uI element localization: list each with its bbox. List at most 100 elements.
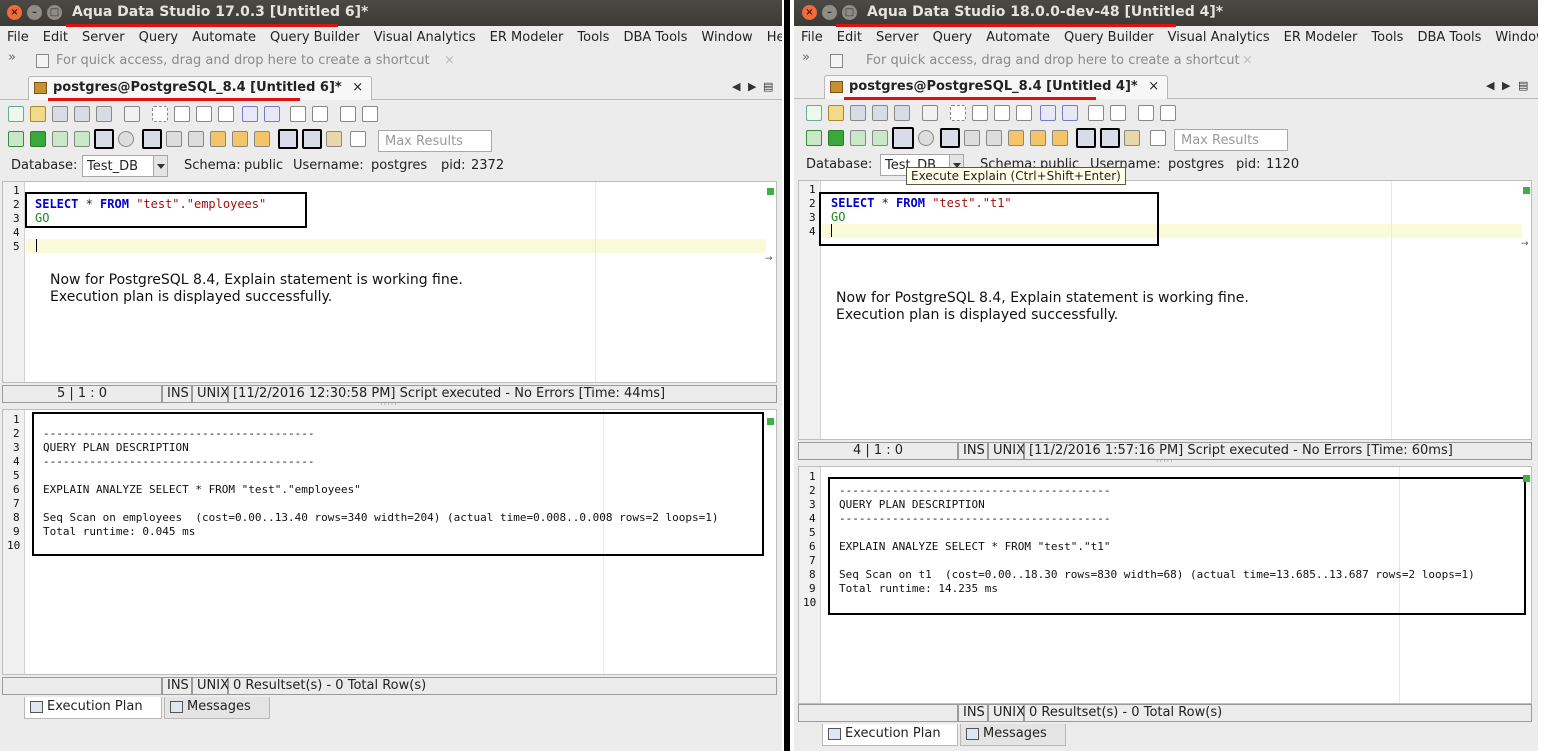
execute-edit-icon[interactable] [872,130,888,146]
menu-automate[interactable]: Automate [185,27,263,49]
format-icon[interactable] [232,131,248,147]
tab-execution-plan[interactable]: Execution Plan [822,724,958,746]
menu-edit[interactable]: Edit [830,27,869,49]
save-icon[interactable] [850,105,866,121]
sql-editor[interactable]: 1 2 3 4 SELECT * FROM "test"."t1" GO Now… [798,180,1532,440]
menu-visual-analytics[interactable]: Visual Analytics [1161,27,1277,49]
menu-window[interactable]: Window [1488,27,1538,49]
tab-close-icon[interactable]: × [1148,79,1159,94]
menu-tools[interactable]: Tools [570,27,616,49]
tab-list-icon[interactable]: ▤ [763,80,773,93]
auto-commit-icon[interactable] [210,131,226,147]
tab-messages[interactable]: Messages [960,724,1066,746]
editor-tab[interactable]: postgres@PostgreSQL_8.4 [Untitled 4]* × [824,75,1169,99]
commit-icon[interactable] [166,131,182,147]
export-icon[interactable] [1124,130,1140,146]
toggle-case-icon[interactable] [340,106,356,122]
tab-left-icon[interactable]: ◀ [732,80,740,93]
splitter-handle[interactable]: ····· [1156,458,1174,466]
undo-icon[interactable] [1040,105,1056,121]
close-window-icon[interactable]: × [802,5,817,20]
menu-edit[interactable]: Edit [36,27,75,49]
auto-commit-icon[interactable] [1008,130,1024,146]
execute-all-icon[interactable] [8,131,24,147]
stop-icon[interactable] [918,130,934,146]
close-window-icon[interactable]: × [7,5,22,20]
rollback-icon[interactable] [986,130,1002,146]
redo-icon[interactable] [264,106,280,122]
commit-icon[interactable] [964,130,980,146]
tab-close-icon[interactable]: × [352,80,363,95]
execute-icon[interactable] [828,130,844,146]
tab-list-icon[interactable]: ▤ [1518,79,1528,92]
tab-right-icon[interactable]: ▶ [1502,79,1510,92]
chevron-double-icon[interactable]: » [8,50,16,65]
print-icon[interactable] [922,105,938,121]
save-all-icon[interactable] [96,106,112,122]
menu-query[interactable]: Query [926,27,980,49]
results-grid-icon[interactable] [1076,128,1096,148]
new-file-icon[interactable] [8,106,24,122]
select-icon[interactable] [152,106,168,122]
menu-visual-analytics[interactable]: Visual Analytics [367,27,483,49]
editor-tab[interactable]: postgres@PostgreSQL_8.4 [Untitled 6]* × [28,76,373,100]
menu-dba-tools[interactable]: DBA Tools [616,27,694,49]
max-results-input[interactable]: Max Results [1174,129,1288,151]
menu-dba-tools[interactable]: DBA Tools [1410,27,1488,49]
minimize-window-icon[interactable]: – [822,5,837,20]
execute-icon[interactable] [30,131,46,147]
find-icon[interactable] [290,106,306,122]
minimize-window-icon[interactable]: – [27,5,42,20]
menu-automate[interactable]: Automate [979,27,1057,49]
toggle-case-icon[interactable] [1138,105,1154,121]
cut-icon[interactable] [972,105,988,121]
new-file-icon[interactable] [806,105,822,121]
history-icon[interactable] [1052,130,1068,146]
menu-help[interactable]: Hel [760,27,782,49]
save-as-icon[interactable] [872,105,888,121]
close-icon[interactable]: × [444,53,455,68]
results-text-icon[interactable] [1100,128,1120,148]
menu-er-modeler[interactable]: ER Modeler [1277,27,1365,49]
menu-er-modeler[interactable]: ER Modeler [483,27,571,49]
maximize-window-icon[interactable]: □ [842,5,857,20]
database-select[interactable]: Test_DB [82,155,168,177]
tab-left-icon[interactable]: ◀ [1486,79,1494,92]
results-text-icon[interactable] [302,129,322,149]
export-icon[interactable] [326,131,342,147]
menu-window[interactable]: Window [694,27,759,49]
menu-server[interactable]: Server [75,27,132,49]
format-icon[interactable] [1030,130,1046,146]
tab-right-icon[interactable]: ▶ [748,80,756,93]
open-folder-icon[interactable] [30,106,46,122]
show-results-icon[interactable] [940,128,960,148]
copy-icon[interactable] [196,106,212,122]
menu-query-builder[interactable]: Query Builder [263,27,367,49]
paste-icon[interactable] [218,106,234,122]
find-replace-icon[interactable] [1110,105,1126,121]
splitter-handle[interactable]: ····· [380,401,398,409]
execute-step-icon[interactable] [52,131,68,147]
sql-editor[interactable]: 1 2 3 4 5 SELECT * FROM "test"."employee… [2,181,777,383]
menu-tools[interactable]: Tools [1364,27,1410,49]
chevron-double-icon[interactable]: » [802,50,810,65]
print-icon[interactable] [124,106,140,122]
options-icon[interactable] [1150,130,1166,146]
save-icon[interactable] [52,106,68,122]
results-grid-icon[interactable] [278,129,298,149]
undo-icon[interactable] [242,106,258,122]
max-results-input[interactable]: Max Results [378,130,492,152]
find-replace-icon[interactable] [312,106,328,122]
redo-icon[interactable] [1062,105,1078,121]
menu-query-builder[interactable]: Query Builder [1057,27,1161,49]
find-icon[interactable] [1088,105,1104,121]
open-folder-icon[interactable] [828,105,844,121]
uppercase-icon[interactable] [1160,105,1176,121]
uppercase-icon[interactable] [362,106,378,122]
save-as-icon[interactable] [74,106,90,122]
rollback-icon[interactable] [188,131,204,147]
stop-icon[interactable] [118,131,134,147]
close-icon[interactable]: × [1242,53,1253,68]
select-icon[interactable] [950,105,966,121]
history-icon[interactable] [254,131,270,147]
